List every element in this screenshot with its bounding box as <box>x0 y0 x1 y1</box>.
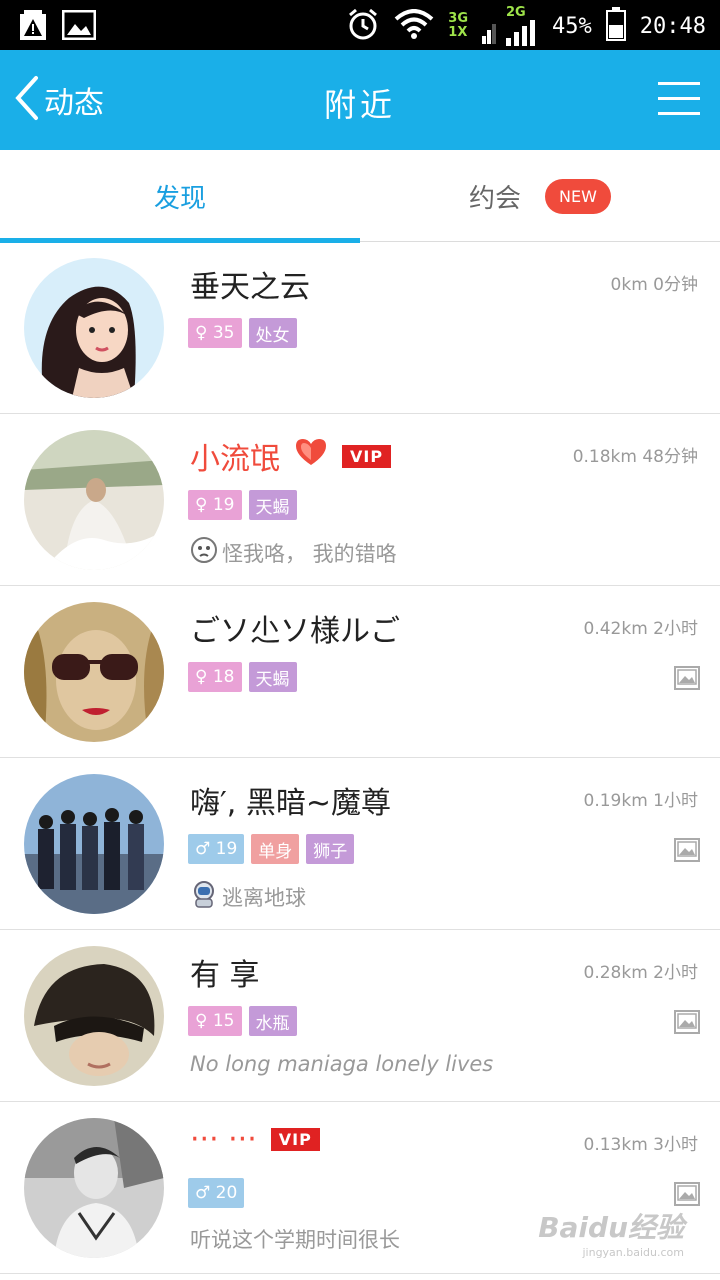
list-item[interactable]: ごソ尐ソ様ルご 0.42km 2小时 ♀ 18 天蝎 <box>0 586 720 758</box>
menu-button[interactable] <box>658 80 700 120</box>
list-item[interactable]: 垂天之云 0km 0分钟 ♀ 35 处女 <box>0 242 720 414</box>
nearby-user-list: 垂天之云 0km 0分钟 ♀ 35 处女 小流氓 VIP 0.18km 48分钟… <box>0 242 720 1274</box>
list-item[interactable]: 小流氓 VIP 0.18km 48分钟 ♀ 19 天蝎 怪我咯， 我的错咯 <box>0 414 720 586</box>
alarm-icon <box>346 7 380 45</box>
tab-bar: 发现 约会 NEW <box>0 150 720 243</box>
signature: 怪我咯， 我的错咯 <box>190 536 397 569</box>
female-icon: ♀ <box>195 323 208 343</box>
tab-discover[interactable]: 发现 <box>0 150 360 243</box>
image-icon <box>61 9 97 44</box>
list-item[interactable]: 有 享 0.28km 2小时 ♀ 15 水瓶 No long maniaga l… <box>0 930 720 1102</box>
warning-battery-icon <box>18 8 48 46</box>
gender-age-tag: ♀ 15 <box>188 1006 242 1036</box>
user-name: 嗨′, 黑暗~魔尊 <box>190 786 392 821</box>
user-name: ··· ··· VIP <box>190 1122 320 1157</box>
distance-time: 0km 0分钟 <box>610 275 698 295</box>
network-type: 3G 1X <box>448 11 469 40</box>
distance-time: 0.18km 48分钟 <box>572 447 698 467</box>
gender-age-tag: ♀ 18 <box>188 662 242 692</box>
distance-time: 0.13km 3小时 <box>583 1135 698 1155</box>
avatar[interactable] <box>24 946 164 1086</box>
signature: 听说这个学期时间很长 <box>190 1228 400 1252</box>
zodiac-tag: 天蝎 <box>248 490 297 520</box>
distance-time: 0.28km 2小时 <box>583 963 698 983</box>
avatar[interactable] <box>24 1118 164 1258</box>
gender-age-tag: ♂ 20 <box>188 1178 245 1208</box>
zodiac-tag: 处女 <box>248 318 297 348</box>
tag-group: ♂ 19 单身 狮子 <box>188 834 355 864</box>
signature: No long maniaga lonely lives <box>190 1052 494 1076</box>
photo-album-icon[interactable] <box>674 1010 700 1034</box>
tab-date[interactable]: 约会 NEW <box>360 150 720 242</box>
tag-group: ♀ 18 天蝎 <box>188 662 297 692</box>
tag-group: ♂ 20 <box>188 1178 245 1208</box>
heart-icon <box>294 437 328 475</box>
photo-album-icon[interactable] <box>674 1182 700 1206</box>
signature: 逃离地球 <box>190 880 306 913</box>
vip-badge: VIP <box>270 1128 320 1151</box>
user-name: 垂天之云 <box>190 270 310 305</box>
status-tag: 单身 <box>251 834 300 864</box>
avatar[interactable] <box>24 774 164 914</box>
page-title: 附近 <box>323 86 396 124</box>
user-name: ごソ尐ソ様ルご <box>190 614 400 649</box>
tag-group: ♀ 19 天蝎 <box>188 490 297 520</box>
baidu-watermark: Baidu经验 jingyan.baidu.com <box>538 1211 684 1259</box>
photo-album-icon[interactable] <box>674 838 700 862</box>
signal-icon: 2G <box>482 6 538 46</box>
gender-age-tag: ♀ 19 <box>188 490 242 520</box>
status-bar: 3G 1X 2G 45% 20:48 <box>0 0 720 50</box>
tag-group: ♀ 15 水瓶 <box>188 1006 297 1036</box>
distance-time: 0.19km 1小时 <box>583 791 698 811</box>
gender-age-tag: ♂ 19 <box>188 834 245 864</box>
gender-age-tag: ♀ 35 <box>188 318 242 348</box>
emoji-face-icon <box>190 536 218 569</box>
tag-group: ♀ 35 处女 <box>188 318 297 348</box>
zodiac-tag: 狮子 <box>306 834 355 864</box>
zodiac-tag: 天蝎 <box>248 662 297 692</box>
female-icon: ♀ <box>195 495 208 515</box>
male-icon: ♂ <box>195 839 211 859</box>
list-item[interactable]: 嗨′, 黑暗~魔尊 0.19km 1小时 ♂ 19 单身 狮子 逃离地球 <box>0 758 720 930</box>
zodiac-tag: 水瓶 <box>248 1006 297 1036</box>
user-name: 小流氓 VIP <box>190 434 392 478</box>
female-icon: ♀ <box>195 1011 208 1031</box>
list-item[interactable]: ··· ··· VIP 0.13km 3小时 ♂ 20 听说这个学期时间很长 B… <box>0 1102 720 1274</box>
clock: 20:48 <box>639 13 706 39</box>
avatar[interactable] <box>24 602 164 742</box>
user-name: 有 享 <box>190 958 260 993</box>
new-badge: NEW <box>545 178 611 214</box>
battery-percent: 45% <box>552 13 592 39</box>
tab-date-label: 约会 <box>469 183 522 214</box>
photo-album-icon[interactable] <box>674 666 700 690</box>
male-icon: ♂ <box>195 1183 211 1203</box>
avatar[interactable] <box>24 430 164 570</box>
hamburger-menu-icon <box>658 82 700 120</box>
tab-discover-label: 发现 <box>153 183 206 214</box>
app-header: 动态 附近 <box>0 50 720 150</box>
distance-time: 0.42km 2小时 <box>583 619 698 639</box>
avatar[interactable] <box>24 258 164 398</box>
astronaut-icon <box>190 880 218 913</box>
female-icon: ♀ <box>195 667 208 687</box>
vip-badge: VIP <box>342 444 392 468</box>
wifi-icon <box>394 9 434 43</box>
battery-icon <box>605 7 626 45</box>
